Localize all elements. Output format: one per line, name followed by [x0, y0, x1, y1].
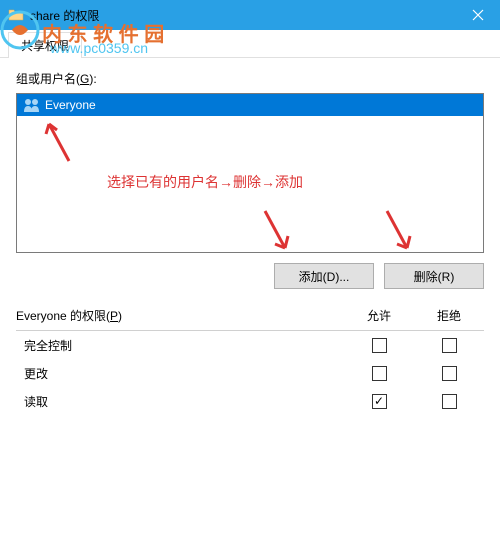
label-hotkey: G	[80, 72, 89, 86]
allow-header: 允许	[344, 307, 414, 324]
allow-checkbox[interactable]	[372, 366, 387, 381]
label-text: Everyone 的权限(	[16, 309, 110, 323]
label-text: )	[118, 309, 122, 323]
table-row: 完全控制	[16, 331, 484, 359]
deny-checkbox[interactable]	[442, 338, 457, 353]
people-icon	[23, 98, 41, 112]
watermark-url: www.pc0359.cn	[50, 40, 148, 56]
close-icon	[472, 9, 484, 21]
allow-checkbox[interactable]	[372, 394, 387, 409]
add-button[interactable]: 添加(D)...	[274, 263, 374, 289]
permissions-label: Everyone 的权限(P)	[16, 307, 344, 324]
arrow-annotation-icon	[39, 116, 79, 166]
arrow-annotation-icon	[377, 206, 417, 256]
permissions-header: Everyone 的权限(P) 允许 拒绝	[16, 307, 484, 324]
list-item[interactable]: Everyone	[17, 94, 483, 116]
button-row: 添加(D)... 删除(R)	[16, 263, 484, 289]
permissions-table: 完全控制 更改 读取	[16, 330, 484, 415]
arrow-annotation-icon	[255, 206, 295, 256]
dialog-content: 组或用户名(G): Everyone 选择已有的用户名→删除→添加	[0, 58, 500, 427]
permission-name: 读取	[16, 393, 344, 410]
remove-button[interactable]: 删除(R)	[384, 263, 484, 289]
deny-checkbox[interactable]	[442, 394, 457, 409]
label-text: 组或用户名(	[16, 72, 80, 86]
watermark: 内 东 软 件 园 www.pc0359.cn	[0, 10, 40, 55]
table-row: 更改	[16, 359, 484, 387]
annotation-text: 选择已有的用户名→删除→添加	[107, 172, 303, 192]
permission-name: 更改	[16, 365, 344, 382]
label-text: ):	[89, 72, 96, 86]
table-row: 读取	[16, 387, 484, 415]
allow-checkbox[interactable]	[372, 338, 387, 353]
close-button[interactable]	[455, 0, 500, 30]
watermark-logo-icon	[0, 10, 40, 50]
deny-header: 拒绝	[414, 307, 484, 324]
deny-checkbox[interactable]	[442, 366, 457, 381]
group-users-label: 组或用户名(G):	[16, 70, 484, 87]
label-hotkey: P	[110, 309, 118, 323]
list-item-label: Everyone	[45, 98, 96, 112]
users-listbox[interactable]: Everyone 选择已有的用户名→删除→添加	[16, 93, 484, 253]
permission-name: 完全控制	[16, 337, 344, 354]
